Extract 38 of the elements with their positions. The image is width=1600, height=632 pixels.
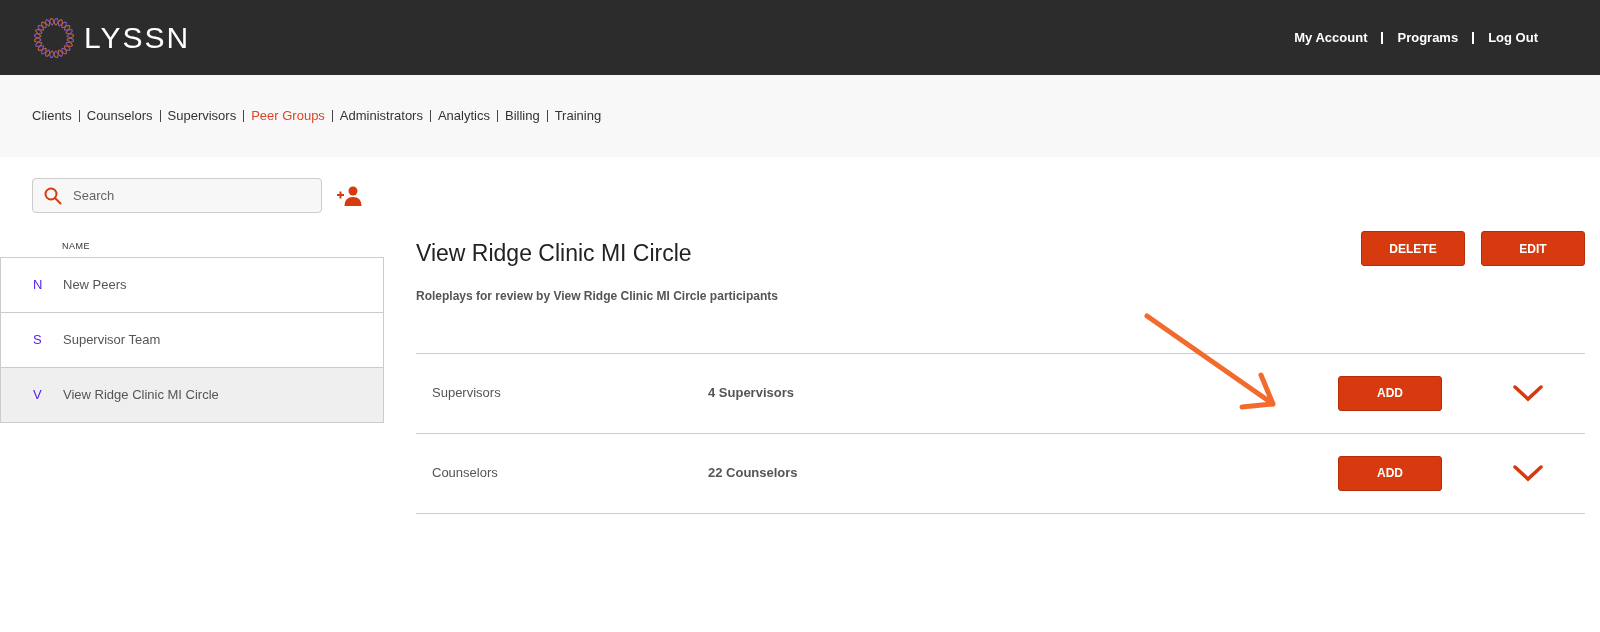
group-list-item[interactable]: V View Ridge Clinic MI Circle [0,367,384,423]
header-link[interactable]: Programs [1397,27,1459,48]
header-link[interactable]: My Account [1294,27,1368,48]
group-initial: N [32,275,44,294]
nav-link[interactable]: Counselors [86,106,153,126]
nav-link[interactable]: Peer Groups [251,106,325,126]
header-link[interactable]: Log Out [1488,27,1538,48]
group-initial: V [32,385,43,404]
search-icon [44,187,62,205]
add-button[interactable]: ADD [1338,455,1442,491]
group-description: Roleplays for review by View Ridge Clinic MI Circle participants [416,287,779,305]
nav-link[interactable]: Training [554,106,602,126]
group-list-item[interactable]: S Supervisor Team [0,312,384,368]
section-label: Counselors [431,464,499,483]
group-title: View Ridge Clinic MI Circle [416,239,692,268]
nav-link[interactable]: Administrators [339,106,423,126]
group-name: Supervisor Team [63,330,161,349]
nav-link[interactable]: Clients [32,106,72,126]
chevron-down-icon[interactable] [1512,464,1544,482]
action-button[interactable]: DELETE [1361,231,1465,266]
nav-link[interactable]: Supervisors [167,106,237,126]
logo-text: LYSSN [84,20,191,56]
nav-link[interactable]: Analytics [437,106,490,126]
group-initial: S [32,330,43,349]
add-person-icon[interactable] [336,185,362,206]
section-label: Supervisors [431,384,502,403]
column-header: NAME [61,240,91,253]
group-list-item[interactable]: N New Peers [0,257,384,313]
chevron-down-icon[interactable] [1512,384,1544,402]
logo-icon [32,15,76,60]
section-count: 4 Supervisors [708,384,795,403]
action-button[interactable]: EDIT [1481,231,1585,266]
search-field[interactable]: Search [32,178,322,213]
section-count: 22 Counselors [708,464,799,483]
add-button[interactable]: ADD [1338,375,1442,411]
group-name: New Peers [63,275,127,294]
group-name: View Ridge Clinic MI Circle [63,385,219,404]
nav-link[interactable]: Billing [504,106,540,126]
